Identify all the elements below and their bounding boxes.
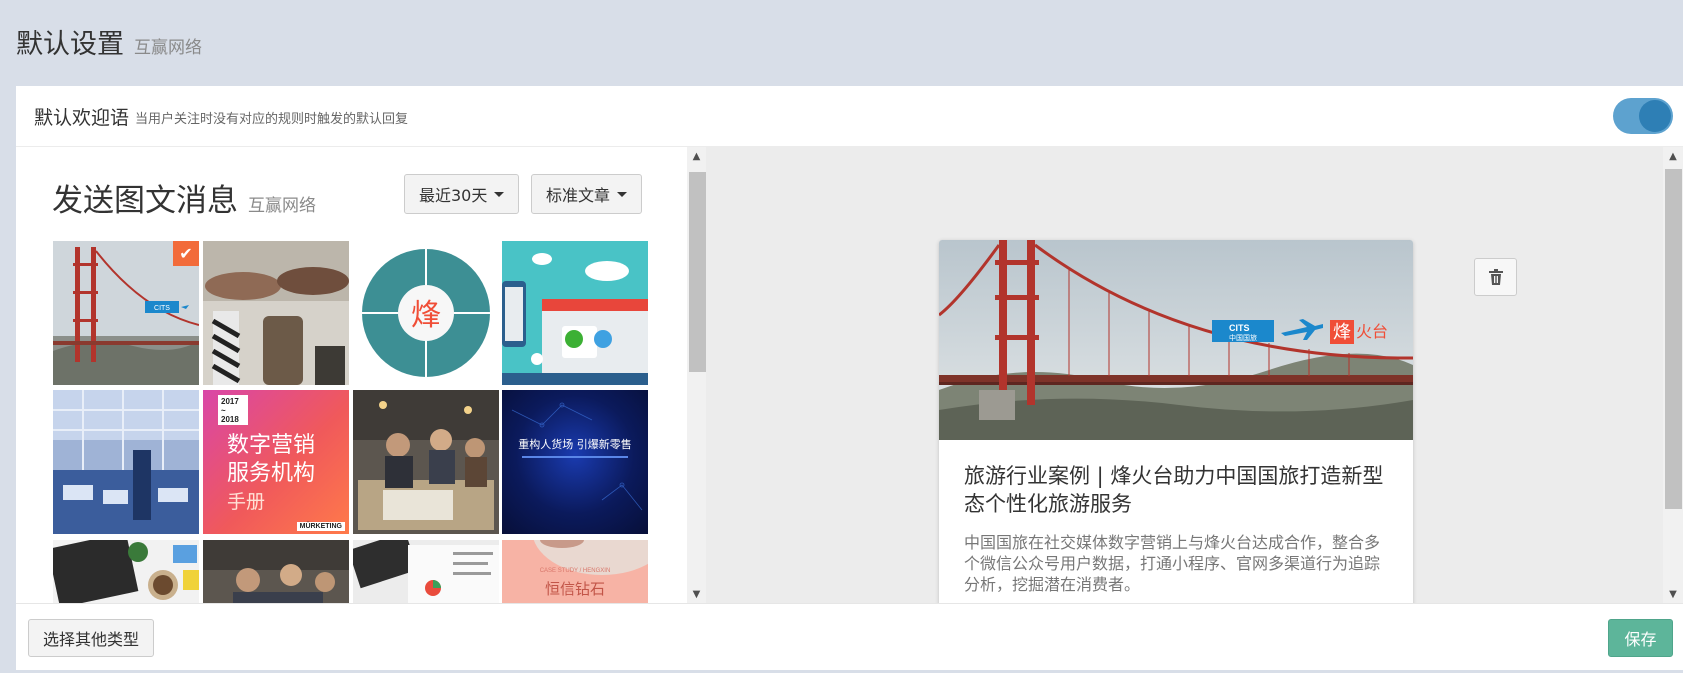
scroll-up-arrow-icon[interactable]: ▲	[1663, 149, 1683, 163]
page-title: 默认设置	[16, 29, 124, 60]
year-bottom: 2018	[221, 415, 239, 424]
thumb-mobile-store[interactable]	[502, 241, 648, 385]
thumb-feng-logo[interactable]: 烽	[353, 241, 499, 385]
case-study-label: CASE STUDY / HENGXIN	[539, 568, 611, 574]
delete-button[interactable]	[1474, 258, 1517, 296]
handbook-line-1: 数字营销	[227, 433, 316, 458]
article-type-label: 标准文章	[546, 186, 611, 205]
tech-lines-decoration	[511, 402, 643, 511]
article-picker: 发送图文消息 互赢网络 最近30天 标准文章 CITS ✔ 烽 2017 ~ 2…	[16, 147, 687, 603]
tablet-image	[353, 540, 499, 603]
preview-scrollbar[interactable]: ▲ ▼	[1663, 147, 1683, 603]
feng-logo-rest: 火台	[1356, 322, 1388, 341]
picker-scroll-thumb[interactable]	[689, 172, 706, 372]
article-preview-card[interactable]: CITS 中国国旅 烽 火台 旅游行业案例 | 烽火台助力中国国旅打造新型态个性…	[939, 240, 1413, 603]
selected-check-icon: ✔	[173, 241, 199, 266]
thumb-hengxin-case[interactable]: CASE STUDY / HENGXIN 恒信钻石	[502, 540, 648, 603]
office-image	[53, 390, 199, 534]
thumb-marketing-handbook[interactable]: 2017 ~ 2018 数字营销 服务机构 手册 MÜRKETING	[203, 390, 349, 534]
handbook-title: 数字营销 服务机构 手册	[227, 432, 315, 516]
welcome-toggle[interactable]	[1613, 98, 1673, 134]
welcome-header: 默认欢迎语 当用户关注时没有对应的规则时触发的默认回复	[16, 86, 1683, 147]
article-preview-area: CITS 中国国旅 烽 火台 旅游行业案例 | 烽火台助力中国国旅打造新型态个性…	[706, 147, 1663, 603]
date-range-label: 最近30天	[419, 186, 488, 205]
article-type-dropdown[interactable]: 标准文章	[531, 174, 643, 214]
scroll-down-arrow-icon[interactable]: ▼	[687, 587, 706, 601]
hengxin-headline: 恒信钻石	[544, 580, 605, 598]
feng-glyph: 烽	[411, 298, 441, 333]
picker-title: 发送图文消息	[52, 183, 238, 219]
picker-subtitle: 互赢网络	[248, 196, 316, 216]
thumb-handshake[interactable]	[203, 241, 349, 385]
thumb-golden-gate[interactable]: CITS ✔	[53, 241, 199, 385]
handbook-brand: MÜRKETING	[296, 522, 345, 531]
card-footer: 选择其他类型 保存	[16, 603, 1683, 670]
retail-headline: 重构人货场 引爆新零售	[518, 438, 632, 451]
handbook-line-2: 服务机构	[227, 461, 316, 486]
toggle-knob	[1639, 100, 1671, 132]
thumb-new-retail[interactable]: 重构人货场 引爆新零售	[502, 390, 648, 534]
page-header: 默认设置 互赢网络	[16, 22, 202, 61]
article-title: 旅游行业案例 | 烽火台助力中国国旅打造新型态个性化旅游服务	[964, 464, 1384, 516]
save-button[interactable]: 保存	[1608, 619, 1673, 657]
feng-logo-image: 烽	[353, 241, 499, 385]
caret-down-icon	[494, 191, 505, 197]
thumb-office[interactable]	[53, 390, 199, 534]
meeting-image	[353, 390, 499, 534]
select-other-type-button[interactable]: 选择其他类型	[28, 619, 155, 657]
year-sep: ~	[221, 406, 226, 415]
article-cover-image: CITS 中国国旅 烽 火台	[939, 240, 1413, 440]
date-range-dropdown[interactable]: 最近30天	[404, 174, 520, 214]
scroll-down-arrow-icon[interactable]: ▼	[1663, 587, 1683, 601]
cits-logo-cn: 中国国旅	[1229, 333, 1257, 342]
feng-logo-glyph: 烽	[1333, 322, 1351, 343]
trash-icon	[1488, 269, 1503, 285]
handshake-image	[203, 241, 349, 385]
preview-scroll-thumb[interactable]	[1665, 169, 1682, 509]
welcome-description: 当用户关注时没有对应的规则时触发的默认回复	[135, 112, 409, 127]
thumb-tablet-chart[interactable]	[353, 540, 499, 603]
meeting-image	[203, 540, 349, 603]
article-description: 中国国旅在社交媒体数字营销上与烽火台达成合作，整合多个微信公众号用户数据，打通小…	[964, 533, 1381, 594]
picker-scrollbar[interactable]: ▲ ▼	[687, 147, 706, 603]
thumb-team-meeting[interactable]	[353, 390, 499, 534]
cits-logo-text: CITS	[154, 305, 170, 312]
year-badge: 2017 ~ 2018	[218, 395, 248, 425]
retail-underline	[522, 456, 628, 458]
handbook-line-3: 手册	[227, 491, 266, 513]
caret-down-icon	[617, 191, 628, 197]
year-top: 2017	[221, 397, 239, 406]
page-subtitle: 互赢网络	[134, 38, 202, 58]
scroll-up-arrow-icon[interactable]: ▲	[687, 149, 706, 163]
welcome-card: 默认欢迎语 当用户关注时没有对应的规则时触发的默认回复 发送图文消息 互赢网络 …	[16, 86, 1683, 670]
thumb-laptop[interactable]	[53, 540, 199, 603]
laptop-image	[53, 540, 199, 603]
thumb-team-meeting-2[interactable]	[203, 540, 349, 603]
store-image	[502, 241, 648, 385]
cits-logo-text: CITS	[1229, 323, 1250, 333]
picker-header: 发送图文消息 互赢网络	[52, 175, 316, 220]
welcome-title: 默认欢迎语	[34, 106, 130, 129]
